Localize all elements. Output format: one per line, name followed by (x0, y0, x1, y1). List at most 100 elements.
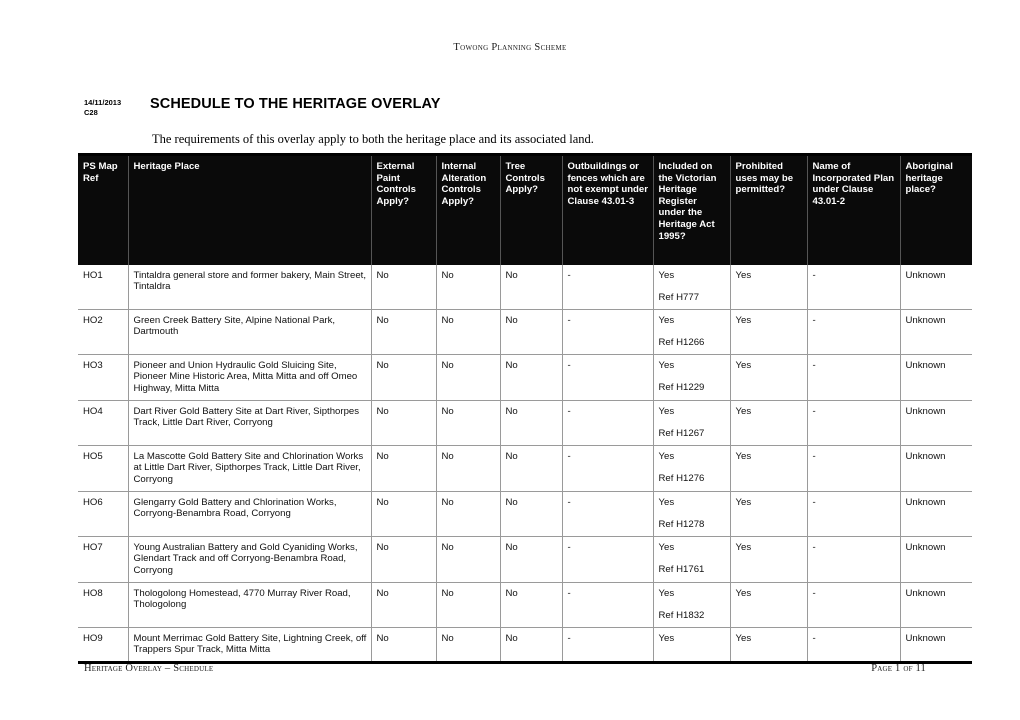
cell-tree-controls: No (499, 308, 562, 355)
vhr-value: Yes (658, 541, 675, 553)
cell-heritage-place: Pioneer and Union Hydraulic Gold Sluicin… (127, 353, 371, 401)
cell-aboriginal-heritage-place: Unknown (899, 399, 972, 446)
cell-aboriginal-heritage-place: Unknown (899, 490, 972, 537)
cell-outbuildings-or-fences: - (561, 535, 653, 583)
amendment-version: C28 (84, 108, 98, 117)
cell-heritage-place: Mount Merrimac Gold Battery Site, Lightn… (127, 626, 371, 663)
column-header-internal-alteration-controls: Internal Alteration Controls Apply? (435, 154, 500, 265)
table-body: HO1 Tintaldra general store and former ba… (78, 264, 972, 663)
vhr-value: Yes (658, 269, 675, 281)
cell-external-paint-controls: No (370, 264, 436, 310)
cell-external-paint-controls: No (370, 626, 436, 663)
vhr-value: Yes (658, 405, 675, 417)
cell-ps-map-ref: HO4 (78, 399, 128, 446)
table-header-row: PS Map Ref Heritage Place External Paint… (78, 154, 972, 265)
cell-heritage-place: Dart River Gold Battery Site at Dart Riv… (127, 399, 371, 446)
cell-ps-map-ref: HO8 (78, 581, 128, 628)
cell-external-paint-controls: No (370, 353, 436, 401)
cell-tree-controls: No (499, 581, 562, 628)
cell-incorporated-plan: - (806, 399, 900, 446)
cell-heritage-place: Green Creek Battery Site, Alpine Nationa… (127, 308, 371, 355)
vhr-reference: Ref H1229 (658, 382, 705, 394)
cell-aboriginal-heritage-place: Unknown (899, 264, 972, 310)
cell-external-paint-controls: No (370, 535, 436, 583)
cell-prohibited-uses: Yes (729, 399, 807, 446)
table-row: HO8 Thologolong Homestead, 4770 Murray Ri… (78, 581, 972, 628)
table-row: HO1 Tintaldra general store and former ba… (78, 264, 972, 310)
cell-prohibited-uses: Yes (729, 535, 807, 583)
cell-internal-alteration-controls: No (435, 490, 500, 537)
vhr-reference: Ref H1832 (658, 610, 705, 622)
cell-ps-map-ref: HO5 (78, 444, 128, 492)
cell-prohibited-uses: Yes (729, 353, 807, 401)
page-footer: Heritage Overlay – Schedule Page 1 of 11 (84, 663, 926, 674)
cell-ps-map-ref: HO2 (78, 308, 128, 355)
cell-tree-controls: No (499, 444, 562, 492)
column-header-ps-map-ref: PS Map Ref (78, 154, 128, 265)
table-row: HO6 Glengarry Gold Battery and Chlorinati… (78, 490, 972, 537)
cell-incorporated-plan: - (806, 308, 900, 355)
cell-ps-map-ref: HO9 (78, 626, 128, 663)
vhr-reference: Ref H777 (658, 292, 700, 304)
cell-aboriginal-heritage-place: Unknown (899, 626, 972, 663)
cell-victorian-heritage-register: Yes Ref H1761 (652, 535, 730, 583)
column-header-tree-controls: Tree Controls Apply? (499, 154, 562, 265)
cell-incorporated-plan: - (806, 535, 900, 583)
column-header-incorporated-plan: Name of Incorporated Plan under Clause 4… (806, 154, 900, 265)
cell-outbuildings-or-fences: - (561, 490, 653, 537)
cell-internal-alteration-controls: No (435, 264, 500, 310)
cell-tree-controls: No (499, 490, 562, 537)
cell-external-paint-controls: No (370, 444, 436, 492)
cell-internal-alteration-controls: No (435, 308, 500, 355)
cell-prohibited-uses: Yes (729, 264, 807, 310)
schedule-table-wrapper: PS Map Ref Heritage Place External Paint… (78, 153, 972, 664)
cell-prohibited-uses: Yes (729, 581, 807, 628)
column-header-aboriginal-heritage-place: Aboriginal heritage place? (899, 154, 972, 265)
footer-document-name: Heritage Overlay – Schedule (84, 663, 214, 674)
cell-aboriginal-heritage-place: Unknown (899, 581, 972, 628)
cell-tree-controls: No (499, 399, 562, 446)
title-block: 14/11/2013 C28 SCHEDULE TO THE HERITAGE … (84, 96, 964, 128)
cell-incorporated-plan: - (806, 581, 900, 628)
amendment-date: 14/11/2013 (84, 98, 122, 107)
vhr-reference: Ref H1278 (658, 519, 705, 531)
cell-incorporated-plan: - (806, 264, 900, 310)
cell-external-paint-controls: No (370, 399, 436, 446)
vhr-reference: Ref H1761 (658, 564, 705, 576)
cell-prohibited-uses: Yes (729, 490, 807, 537)
cell-aboriginal-heritage-place: Unknown (899, 535, 972, 583)
cell-internal-alteration-controls: No (435, 399, 500, 446)
cell-outbuildings-or-fences: - (561, 308, 653, 355)
cell-prohibited-uses: Yes (729, 308, 807, 355)
cell-heritage-place: Tintaldra general store and former baker… (127, 264, 371, 310)
column-header-external-paint-controls: External Paint Controls Apply? (370, 154, 436, 265)
amendment-stamp: 14/11/2013 C28 (84, 98, 148, 118)
cell-tree-controls: No (499, 535, 562, 583)
footer-page-number: Page 1 of 11 (871, 663, 926, 674)
vhr-value: Yes (658, 496, 675, 508)
cell-victorian-heritage-register: Yes Ref H777 (652, 264, 730, 310)
page-title: SCHEDULE TO THE HERITAGE OVERLAY (150, 96, 441, 112)
cell-tree-controls: No (499, 626, 562, 663)
column-header-prohibited-uses: Prohibited uses may be permitted? (729, 154, 807, 265)
cell-tree-controls: No (499, 264, 562, 310)
vhr-value: Yes (658, 632, 675, 644)
heritage-overlay-schedule-table: PS Map Ref Heritage Place External Paint… (78, 153, 972, 664)
cell-internal-alteration-controls: No (435, 444, 500, 492)
cell-ps-map-ref: HO1 (78, 264, 128, 310)
vhr-reference: Ref H1267 (658, 428, 705, 440)
cell-tree-controls: No (499, 353, 562, 401)
table-row: HO4 Dart River Gold Battery Site at Dart … (78, 399, 972, 446)
column-header-heritage-place: Heritage Place (127, 154, 371, 265)
cell-ps-map-ref: HO7 (78, 535, 128, 583)
cell-victorian-heritage-register: Yes Ref H1276 (652, 444, 730, 492)
cell-aboriginal-heritage-place: Unknown (899, 353, 972, 401)
cell-internal-alteration-controls: No (435, 626, 500, 663)
cell-victorian-heritage-register: Yes Ref H1278 (652, 490, 730, 537)
intro-paragraph: The requirements of this overlay apply t… (152, 132, 594, 146)
cell-internal-alteration-controls: No (435, 581, 500, 628)
vhr-value: Yes (658, 359, 675, 371)
cell-incorporated-plan: - (806, 626, 900, 663)
cell-victorian-heritage-register: Yes Ref H1267 (652, 399, 730, 446)
column-header-outbuildings-or-fences: Outbuildings or fences which are not exe… (561, 154, 653, 265)
